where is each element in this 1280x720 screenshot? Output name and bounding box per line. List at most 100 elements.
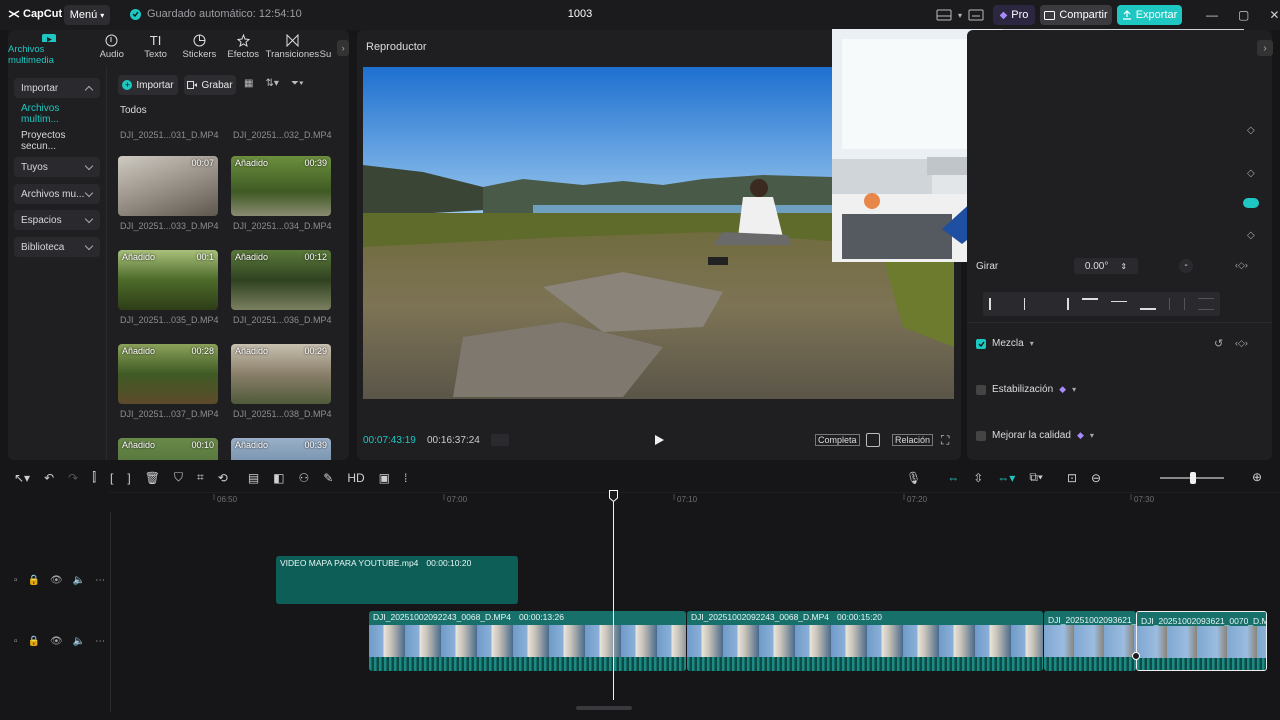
sidebar-item-files[interactable]: Archivos mu...: [14, 184, 100, 204]
media-item[interactable]: Añadido 00:39: [231, 438, 331, 460]
media-item[interactable]: Añadido 00:10: [118, 438, 218, 460]
media-item[interactable]: Añadido 00:12: [231, 250, 331, 310]
chevron-down-icon[interactable]: ▾: [1030, 339, 1034, 348]
snap-icon[interactable]: ⇳: [973, 471, 983, 485]
keyframe-nav-icon[interactable]: ‹◇›: [1235, 260, 1248, 271]
visibility-icon[interactable]: 👁: [50, 575, 63, 586]
maximize-icon[interactable]: ▢: [1238, 8, 1249, 22]
delete-icon[interactable]: 🗑: [145, 471, 160, 485]
zoom-slider[interactable]: [1160, 472, 1224, 484]
redo-icon[interactable]: ↷: [68, 471, 78, 485]
sidebar-item-yours[interactable]: Tuyos: [14, 157, 100, 177]
align-center-h-icon[interactable]: [1024, 298, 1040, 310]
toggle-switch[interactable]: [1243, 198, 1259, 208]
split-icon[interactable]: ⫿: [92, 470, 96, 485]
media-item[interactable]: 00:07: [118, 156, 218, 216]
record-button[interactable]: Grabar: [184, 75, 236, 95]
crop-tool-icon[interactable]: ⌗: [197, 470, 204, 485]
playhead-handle[interactable]: [609, 490, 618, 502]
align-bottom-icon[interactable]: [1140, 298, 1156, 310]
sidebar-item-projects[interactable]: Proyectos secun...: [14, 130, 100, 152]
zoom-slider-handle[interactable]: [1190, 472, 1196, 484]
tab-transitions[interactable]: Transiciones: [265, 34, 320, 66]
tab-subtitles[interactable]: Su: [320, 34, 334, 66]
main-clip-selected[interactable]: DJI_20251002093621_0070_D.MP4: [1136, 611, 1267, 671]
keyframe-icon[interactable]: ◇: [1247, 230, 1255, 241]
track-toggle-icon[interactable]: ▫: [14, 575, 18, 586]
speed-icon[interactable]: ⟲: [218, 471, 228, 485]
distribute-v-icon[interactable]: [1198, 298, 1214, 310]
marker-icon[interactable]: ⛉: [174, 470, 183, 485]
tab-audio[interactable]: Audio: [90, 34, 134, 66]
media-item[interactable]: Añadido 00:39: [231, 156, 331, 216]
audio-wave-icon[interactable]: ⁞: [404, 471, 407, 485]
chevron-down-icon[interactable]: ▾: [1090, 431, 1094, 440]
sidebar-item-import[interactable]: Importar: [14, 78, 100, 98]
keyboard-icon[interactable]: [968, 9, 984, 21]
grid-view-icon[interactable]: ▦: [244, 78, 253, 89]
magnet-icon[interactable]: ⇔▾: [997, 471, 1015, 485]
freeze-icon[interactable]: ◧: [273, 471, 284, 485]
rotate-dial[interactable]: -: [1179, 259, 1193, 273]
import-button[interactable]: + Importar: [118, 75, 178, 95]
keyframe-icon[interactable]: ◇: [1247, 125, 1255, 136]
cutout-icon[interactable]: ⚇: [299, 471, 310, 485]
export-frame-icon[interactable]: ▣: [379, 471, 390, 485]
minimize-icon[interactable]: —: [1206, 8, 1218, 22]
zoom-in-icon[interactable]: ⊕: [1252, 470, 1262, 484]
checkbox[interactable]: [976, 384, 986, 395]
play-button[interactable]: [653, 434, 665, 446]
export-button[interactable]: Exportar: [1117, 5, 1182, 25]
volume-icon[interactable]: 🔈: [73, 575, 85, 586]
volume-keyframe-handle[interactable]: [1132, 652, 1140, 660]
main-clip[interactable]: DJI_20251002093621_0070_D.MP4: [1044, 611, 1136, 671]
zoom-out-icon[interactable]: ⊖: [1091, 471, 1101, 485]
preview-axis-icon[interactable]: ⧉▾: [1029, 470, 1043, 485]
volume-icon[interactable]: 🔈: [73, 636, 85, 647]
undo-icon[interactable]: ↶: [44, 471, 54, 485]
lock-icon[interactable]: 🔒: [28, 636, 40, 647]
chevron-right-icon[interactable]: ›: [1257, 40, 1273, 56]
ratio-button[interactable]: Relación: [892, 434, 934, 446]
more-icon[interactable]: ⋯: [95, 636, 105, 647]
close-icon[interactable]: ✕: [1269, 8, 1279, 22]
media-item[interactable]: Añadido 00:1: [118, 250, 218, 310]
chevron-down-icon[interactable]: ▾: [1072, 385, 1076, 394]
hd-icon[interactable]: HD: [347, 471, 364, 485]
captions-icon[interactable]: ▤: [248, 471, 259, 485]
quality-full-button[interactable]: Completa: [815, 434, 860, 446]
sidebar-item-library[interactable]: Biblioteca: [14, 237, 100, 257]
media-item[interactable]: Añadido 00:28: [118, 344, 218, 404]
checkbox[interactable]: [976, 430, 986, 441]
timeline-grid-icon[interactable]: [491, 434, 509, 446]
reset-icon[interactable]: ↺: [1214, 337, 1223, 350]
main-clip[interactable]: DJI_20251002092243_0068_D.MP4 00:00:15:2…: [687, 611, 1043, 671]
rotate-input[interactable]: 0.00° ⇕: [1074, 258, 1138, 274]
sort-icon[interactable]: ⇅▾: [265, 78, 278, 89]
fullscreen-icon[interactable]: ⛶: [941, 433, 949, 448]
distribute-h-icon[interactable]: [1169, 298, 1185, 310]
tab-text[interactable]: TI Texto: [134, 34, 178, 66]
filter-icon[interactable]: ⏷▾: [291, 78, 304, 89]
tab-stickers[interactable]: Stickers: [177, 34, 221, 66]
link-icon[interactable]: ⇔: [947, 471, 959, 485]
lock-icon[interactable]: 🔒: [28, 575, 40, 586]
sidebar-item-media[interactable]: Archivos multim...: [14, 103, 100, 125]
pro-button[interactable]: ◆ Pro: [993, 5, 1035, 25]
microphone-icon[interactable]: 🎙: [906, 471, 921, 485]
tab-effects[interactable]: Efectos: [221, 34, 265, 66]
more-icon[interactable]: ⋯: [95, 575, 105, 586]
chevron-down-icon[interactable]: ▾: [958, 11, 962, 20]
fit-icon[interactable]: ⊡: [1067, 471, 1077, 485]
media-item[interactable]: Añadido 00:29: [231, 344, 331, 404]
share-button[interactable]: Compartir: [1040, 5, 1112, 25]
timeline-scrollbar[interactable]: [576, 706, 632, 710]
split-left-icon[interactable]: [: [110, 471, 113, 485]
checkbox-checked[interactable]: [976, 338, 986, 349]
magic-icon[interactable]: ✎: [323, 471, 333, 485]
track-toggle-icon[interactable]: ▫: [14, 636, 18, 647]
tab-media[interactable]: Archivos multimedia: [8, 34, 90, 66]
align-left-icon[interactable]: [989, 298, 1005, 310]
overlay-clip[interactable]: VIDEO MAPA PARA YOUTUBE.mp4 00:00:10:20: [276, 556, 518, 604]
main-clip[interactable]: DJI_20251002092243_0068_D.MP4 00:00:13:2…: [369, 611, 686, 671]
